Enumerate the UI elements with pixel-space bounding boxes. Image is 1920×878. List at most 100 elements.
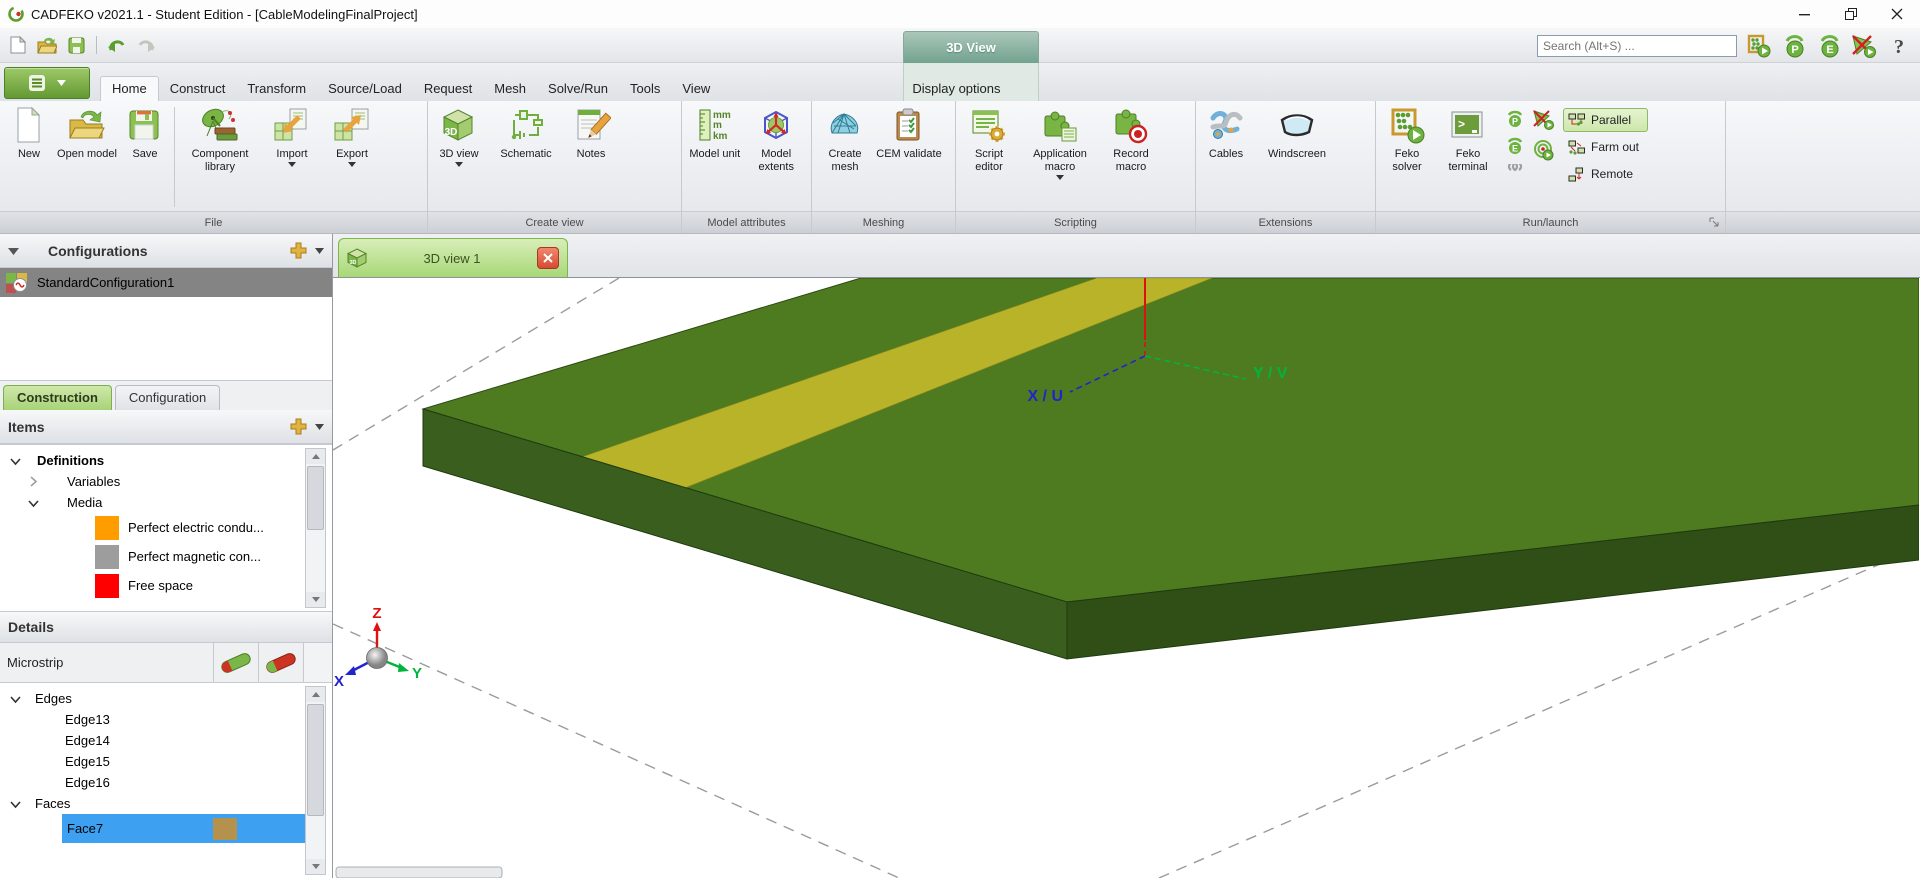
schematic-button[interactable]: Schematic	[488, 103, 564, 211]
cem-validate-button[interactable]: CEM validate	[876, 103, 942, 211]
postfeko-small-icon[interactable]: P	[1506, 110, 1524, 128]
tab-solve-run[interactable]: Solve/Run	[537, 77, 619, 101]
dialog-launcher-icon[interactable]	[1709, 217, 1720, 228]
model-extents-button[interactable]: Model extents	[746, 103, 807, 211]
model-unit-button[interactable]: mm m km Model unit	[686, 103, 744, 211]
close-button[interactable]	[1874, 0, 1920, 28]
add-item-icon[interactable]	[290, 418, 307, 435]
cables-button[interactable]: Cables	[1200, 103, 1252, 211]
configuration-row-selected[interactable]: StandardConfiguration1	[0, 268, 332, 297]
notes-button[interactable]: Notes	[566, 103, 616, 211]
windscreen-button[interactable]: Windscreen	[1254, 103, 1340, 211]
tree-item-edges[interactable]: Edges	[0, 688, 332, 709]
scroll-up-icon[interactable]	[306, 449, 325, 464]
link-icon[interactable]	[1505, 164, 1525, 176]
application-menu-button[interactable]	[4, 67, 90, 99]
stop-solver-icon[interactable]	[1851, 33, 1877, 59]
tree-item-pmc[interactable]: Perfect magnetic con...	[0, 542, 332, 571]
tab-construction[interactable]: Construction	[3, 385, 112, 411]
add-configuration-icon[interactable]	[290, 242, 307, 259]
new-button[interactable]: New	[4, 103, 54, 211]
tree-item-edge16[interactable]: Edge16	[0, 772, 332, 793]
chevron-expanded-icon[interactable]	[28, 498, 39, 508]
tree-item-pec[interactable]: Perfect electric condu...	[0, 513, 332, 542]
open-folder-icon[interactable]	[35, 33, 59, 57]
3d-viewport[interactable]: X / U Y / V Z X Y	[333, 278, 1920, 878]
collapse-arrow-icon[interactable]	[8, 247, 19, 255]
scroll-down-icon[interactable]	[306, 859, 325, 874]
tab-view[interactable]: View	[671, 77, 721, 101]
tab-construct[interactable]: Construct	[159, 77, 237, 101]
close-view-icon[interactable]	[537, 247, 559, 269]
parallel-label: Parallel	[1591, 113, 1632, 127]
3d-view-button[interactable]: 3D 3D view	[432, 103, 486, 211]
remote-button[interactable]: Remote	[1563, 162, 1648, 186]
tab-configuration[interactable]: Configuration	[114, 385, 221, 411]
component-library-button[interactable]: Component library	[179, 103, 261, 211]
editfeko-small-icon[interactable]: E	[1506, 137, 1524, 155]
save-button[interactable]: Save	[120, 103, 170, 211]
tree-item-definitions[interactable]: Definitions	[0, 450, 332, 471]
feko-terminal-button[interactable]: > Feko terminal	[1436, 103, 1500, 211]
restore-button[interactable]	[1828, 0, 1874, 28]
dropdown-arrow-icon[interactable]	[1056, 174, 1064, 180]
dropdown-arrow-icon[interactable]	[348, 161, 356, 167]
tree-item-media[interactable]: Media	[0, 492, 332, 513]
tree-item-edge15[interactable]: Edge15	[0, 751, 332, 772]
tab-display-options[interactable]: Display options	[901, 77, 1011, 101]
undo-icon[interactable]	[105, 33, 129, 57]
editfeko-icon[interactable]: E	[1816, 33, 1842, 59]
import-button[interactable]: Import	[263, 103, 321, 211]
search-input[interactable]	[1537, 35, 1737, 57]
feko-solver-button[interactable]: Feko solver	[1380, 103, 1434, 211]
contextual-tab-header[interactable]: 3D View	[903, 31, 1039, 63]
dropdown-arrow-icon[interactable]	[288, 161, 296, 167]
new-document-icon[interactable]	[6, 33, 30, 57]
save-icon[interactable]	[64, 33, 88, 57]
tree-item-variables[interactable]: Variables	[0, 471, 332, 492]
chevron-expanded-icon[interactable]	[10, 799, 21, 809]
dropdown-arrow-icon[interactable]	[455, 161, 463, 167]
details-tree: Edges Edge13 Edge14 Edge15 Edge16 Faces …	[0, 683, 332, 878]
tab-home[interactable]: Home	[100, 76, 159, 101]
parallel-button[interactable]: Parallel	[1563, 108, 1649, 132]
run-feko-icon[interactable]	[1746, 33, 1772, 59]
script-editor-button[interactable]: Script editor	[960, 103, 1018, 211]
chevron-expanded-icon[interactable]	[10, 694, 21, 704]
create-mesh-button[interactable]: Create mesh	[816, 103, 874, 211]
farm-out-button[interactable]: Farm out	[1563, 135, 1648, 159]
hide-pill-button[interactable]	[258, 643, 303, 682]
redo-icon[interactable]	[134, 33, 158, 57]
chevron-expanded-icon[interactable]	[10, 456, 21, 466]
tree-item-faces[interactable]: Faces	[0, 793, 332, 814]
items-scrollbar[interactable]	[305, 448, 326, 608]
application-macro-button[interactable]: Application macro	[1020, 103, 1100, 211]
record-macro-button[interactable]: Record macro	[1102, 103, 1160, 211]
show-pill-button[interactable]	[213, 643, 258, 682]
tab-mesh[interactable]: Mesh	[483, 77, 537, 101]
tab-tools[interactable]: Tools	[619, 77, 671, 101]
open-model-button[interactable]: Open model	[56, 103, 118, 211]
collapsed-panel-edge[interactable]	[335, 866, 503, 878]
stop-solver-small-icon[interactable]	[1533, 110, 1555, 130]
tree-item-free-space[interactable]: Free space	[0, 571, 332, 600]
export-button[interactable]: Export	[323, 103, 381, 211]
minimize-button[interactable]	[1782, 0, 1828, 28]
help-icon[interactable]: ?	[1886, 33, 1912, 59]
postfeko-icon[interactable]: P	[1781, 33, 1807, 59]
view-tab-3d-view-1[interactable]: 3D 3D view 1	[338, 238, 568, 277]
chevron-down-icon[interactable]	[315, 423, 324, 430]
tab-transform[interactable]: Transform	[236, 77, 317, 101]
chevron-collapsed-icon[interactable]	[28, 476, 38, 487]
scroll-down-icon[interactable]	[306, 592, 325, 607]
target-run-icon[interactable]	[1533, 139, 1555, 161]
app-logo-icon	[8, 6, 24, 22]
tree-item-face7-selected[interactable]: Face7	[62, 814, 306, 843]
tab-source-load[interactable]: Source/Load	[317, 77, 413, 101]
chevron-down-icon[interactable]	[315, 247, 324, 254]
tree-item-edge14[interactable]: Edge14	[0, 730, 332, 751]
tab-request[interactable]: Request	[413, 77, 483, 101]
tree-item-edge13[interactable]: Edge13	[0, 709, 332, 730]
scroll-up-icon[interactable]	[306, 687, 325, 702]
details-scrollbar[interactable]	[305, 686, 326, 875]
